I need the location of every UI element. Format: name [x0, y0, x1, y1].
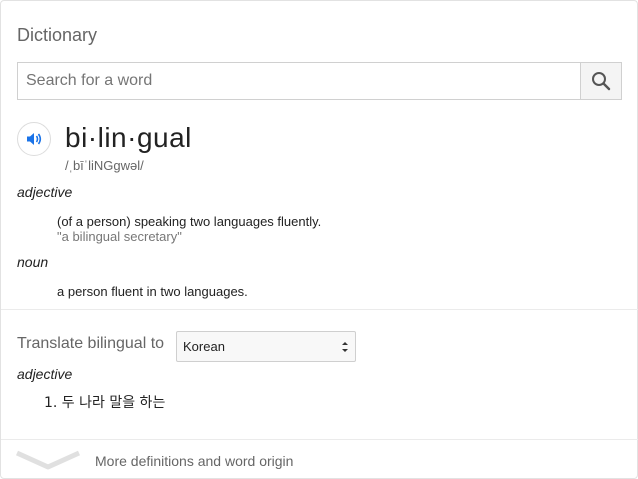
definition-noun: a person fluent in two languages.: [57, 284, 248, 299]
expand-chevron-icon[interactable]: [15, 449, 81, 471]
part-of-speech-noun: noun: [17, 254, 49, 270]
pronunciation-button[interactable]: [17, 122, 51, 156]
search-input[interactable]: [18, 63, 580, 99]
dictionary-card: Dictionary bi·lin·gual /ˌbīˈliNGɡwəl/ ad…: [0, 0, 638, 479]
headword: bi·lin·gual: [65, 122, 192, 153]
language-select[interactable]: Korean: [176, 331, 356, 362]
part-of-speech-adjective: adjective: [17, 184, 73, 200]
translation-item: 1. 두 나라 말을 하는: [44, 395, 166, 411]
panel-title: Dictionary: [17, 25, 98, 45]
section-divider: [1, 309, 638, 310]
search-bar: [17, 62, 622, 100]
more-definitions-link[interactable]: More definitions and word origin: [95, 453, 293, 469]
footer-divider: [1, 439, 638, 440]
selected-language: Korean: [183, 339, 225, 354]
search-icon: [592, 72, 611, 91]
search-button[interactable]: [580, 63, 621, 99]
translate-label: Translate bilingual to: [17, 335, 165, 352]
definition-adjective: (of a person) speaking two languages flu…: [57, 214, 322, 229]
translation-part-of-speech: adjective: [17, 366, 73, 382]
phonetic-spelling: /ˌbīˈliNGɡwəl/: [65, 158, 144, 173]
example-adjective: "a bilingual secretary": [57, 229, 182, 244]
select-arrows-icon: [342, 342, 348, 352]
speaker-icon: [27, 133, 42, 145]
